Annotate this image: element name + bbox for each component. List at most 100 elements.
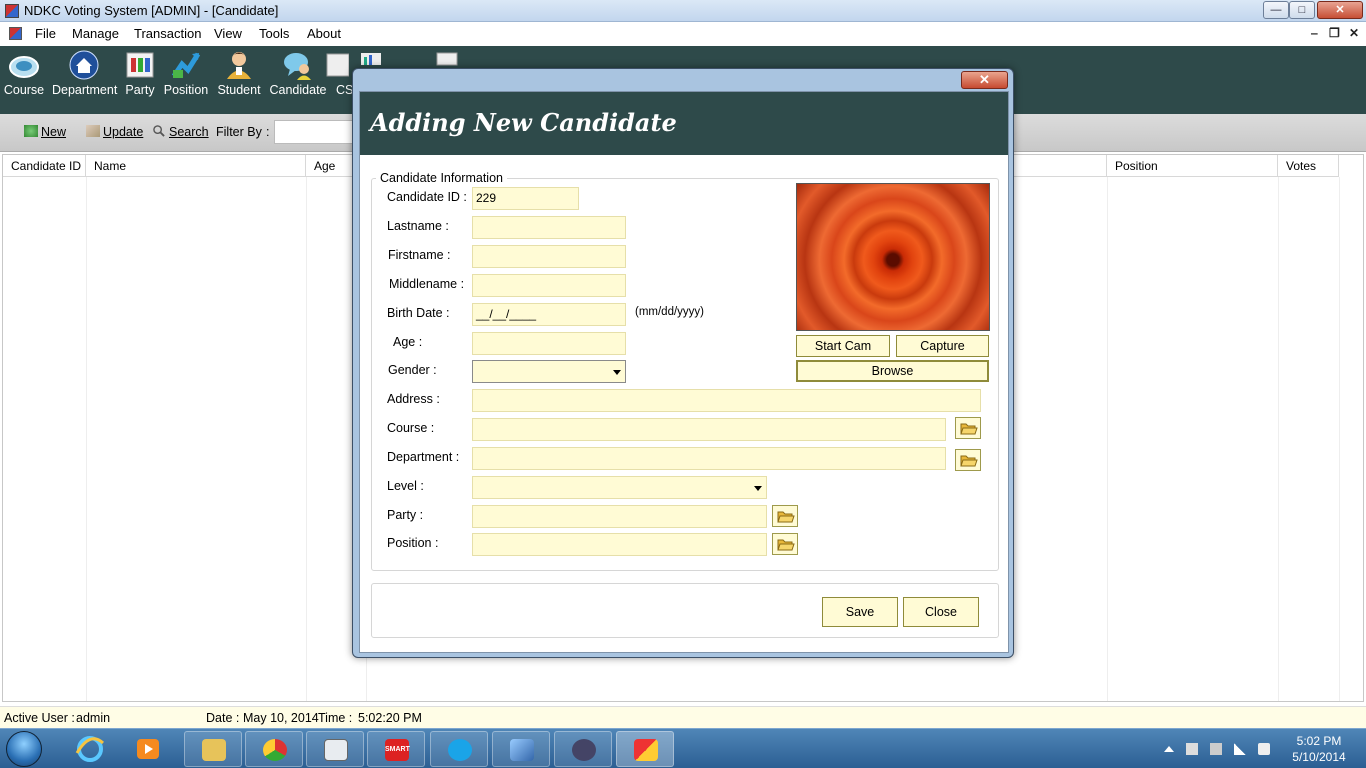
action-center-icon[interactable] — [1186, 743, 1198, 755]
menu-manage[interactable]: Manage — [72, 26, 119, 41]
volume-icon[interactable] — [1258, 743, 1270, 755]
taskbar-voting-system[interactable] — [616, 731, 674, 767]
dialog-banner: Adding New Candidate — [360, 92, 1008, 155]
dialog-body: Adding New Candidate Candidate Informati… — [359, 91, 1009, 653]
show-hidden-icons[interactable] — [1164, 746, 1174, 752]
party-field[interactable] — [472, 505, 767, 528]
age-field[interactable] — [472, 332, 626, 355]
toolbar-department-label: Department — [52, 83, 118, 97]
taskbar-skype[interactable] — [430, 731, 488, 767]
browse-button[interactable]: Browse — [796, 360, 989, 382]
column-divider — [86, 177, 87, 701]
column-header-votes[interactable]: Votes — [1278, 155, 1339, 177]
position-icon — [171, 52, 201, 78]
search-icon — [153, 125, 165, 137]
window-title: NDKC Voting System [ADMIN] - [Candidate] — [24, 3, 279, 18]
dialog-close-button[interactable]: ✕ — [961, 71, 1008, 89]
column-header-name[interactable]: Name — [86, 155, 306, 177]
candidate-id-field[interactable]: 229 — [472, 187, 579, 210]
tray-date: 5/10/2014 — [1292, 750, 1346, 764]
position-label: Position : — [387, 536, 439, 550]
window-title-bar: NDKC Voting System [ADMIN] - [Candidate]… — [0, 0, 1366, 22]
column-divider — [306, 177, 307, 701]
signal-icon[interactable] — [1234, 743, 1246, 755]
folder-open-icon — [777, 511, 795, 523]
mdi-close-button[interactable]: ✕ — [1349, 26, 1359, 40]
department-browse-button[interactable] — [955, 449, 981, 471]
update-button[interactable]: Update — [86, 125, 143, 139]
middlename-field[interactable] — [472, 274, 626, 297]
close-button[interactable]: Close — [903, 597, 979, 627]
toolbar-student-label: Student — [217, 83, 261, 97]
menu-file[interactable]: File — [35, 26, 56, 41]
minimize-button[interactable]: — — [1263, 1, 1289, 19]
birth-date-label: Birth Date : — [387, 306, 450, 320]
smart-icon: SMART — [385, 739, 410, 761]
department-field[interactable] — [472, 447, 946, 470]
menu-about[interactable]: About — [307, 26, 341, 41]
infinity-icon — [572, 739, 596, 761]
start-cam-button[interactable]: Start Cam — [796, 335, 890, 357]
menu-transaction[interactable]: Transaction — [134, 26, 201, 41]
capture-button[interactable]: Capture — [896, 335, 989, 357]
mdi-minimize-button[interactable]: ‒ — [1311, 26, 1318, 40]
firstname-field[interactable] — [472, 245, 626, 268]
voting-app-icon — [634, 739, 658, 761]
gender-dropdown[interactable] — [472, 360, 626, 383]
toolbar-course[interactable]: Course — [0, 50, 56, 110]
party-icon — [126, 52, 154, 78]
folder-open-icon — [960, 423, 978, 435]
folder-open-icon — [960, 455, 978, 467]
close-window-button[interactable]: ✕ — [1317, 1, 1363, 19]
toolbar-candidate-label: Candidate — [269, 83, 327, 97]
toolbar-student[interactable]: Student — [207, 50, 271, 110]
usb-icon[interactable] — [1210, 743, 1222, 755]
course-field[interactable] — [472, 418, 946, 441]
middlename-label: Middlename : — [389, 277, 465, 291]
taskbar-visual-studio[interactable] — [554, 731, 612, 767]
party-browse-button[interactable] — [772, 505, 798, 527]
mdi-child-icon[interactable] — [9, 27, 22, 40]
toolbar-candidate[interactable]: Candidate — [266, 50, 330, 110]
ie-icon[interactable] — [75, 735, 105, 763]
toolbar-cs[interactable]: CS — [322, 50, 352, 110]
mdi-restore-button[interactable]: ❐ — [1329, 26, 1340, 40]
filter-input[interactable] — [274, 120, 364, 144]
results-icon — [361, 53, 381, 65]
new-button-label: New — [41, 125, 67, 139]
candidate-icon — [284, 53, 311, 80]
column-header-candidate-id[interactable]: Candidate ID — [3, 155, 86, 177]
update-button-label: Update — [103, 125, 144, 139]
active-user-value: admin — [76, 711, 111, 725]
taskbar-app[interactable] — [306, 731, 364, 767]
toolbar-department[interactable]: Department — [52, 50, 118, 110]
gender-label: Gender : — [388, 363, 437, 377]
time-label: Time : — [318, 711, 353, 725]
search-button[interactable]: Search — [152, 125, 209, 139]
chevron-down-icon — [754, 486, 762, 491]
taskbar-smart[interactable]: SMART — [367, 731, 425, 767]
firstname-label: Firstname : — [388, 248, 451, 262]
lastname-field[interactable] — [472, 216, 626, 239]
taskbar-explorer[interactable] — [184, 731, 242, 767]
new-button[interactable]: New — [24, 125, 66, 139]
taskbar-chrome[interactable] — [245, 731, 303, 767]
menu-tools[interactable]: Tools — [259, 26, 289, 41]
start-button[interactable] — [6, 731, 42, 767]
course-browse-button[interactable] — [955, 417, 981, 439]
media-player-icon[interactable] — [134, 735, 162, 763]
maximize-button[interactable]: □ — [1289, 1, 1315, 19]
column-header-position[interactable]: Position — [1107, 155, 1278, 177]
taskbar-dev-tool[interactable] — [492, 731, 550, 767]
date-value: May 10, 2014 — [243, 711, 319, 725]
position-browse-button[interactable] — [772, 533, 798, 555]
chrome-icon — [263, 739, 287, 761]
position-field[interactable] — [472, 533, 767, 556]
course-icon — [9, 56, 39, 78]
save-button[interactable]: Save — [822, 597, 898, 627]
birth-date-field[interactable]: __/__/____ — [472, 303, 626, 326]
address-field[interactable] — [472, 389, 981, 412]
tray-clock[interactable]: 5:02 PM 5/10/2014 — [1284, 733, 1354, 765]
menu-view[interactable]: View — [214, 26, 242, 41]
level-dropdown[interactable] — [472, 476, 767, 499]
